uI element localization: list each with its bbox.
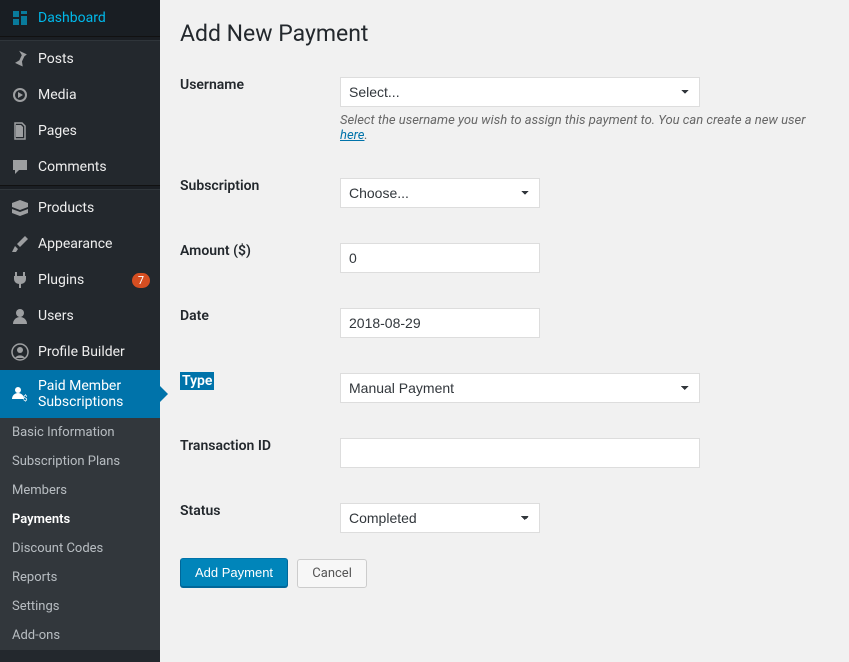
status-select[interactable]: Completed (340, 503, 540, 533)
field-row-transaction-id: Transaction ID (180, 428, 829, 478)
field-row-subscription: Subscription Choose... (180, 168, 829, 218)
field-row-status: Status Completed (180, 493, 829, 543)
sidebar-item-profile-builder[interactable]: Profile Builder (0, 334, 160, 370)
pms-icon: $ (10, 384, 30, 404)
sidebar-item-label: Users (38, 308, 150, 324)
submenu-item-basic-information[interactable]: Basic Information (0, 418, 160, 447)
transaction-id-label: Transaction ID (180, 433, 271, 454)
date-input[interactable] (340, 308, 540, 338)
sidebar-item-label: Media (38, 87, 150, 103)
sidebar-item-label: Pages (38, 123, 150, 139)
subscription-label: Subscription (180, 173, 259, 194)
add-payment-button[interactable]: Add Payment (180, 558, 288, 587)
sidebar-item-paid-member-subscriptions[interactable]: $ Paid Member Subscriptions (0, 370, 160, 418)
brush-icon (10, 234, 30, 254)
field-row-type: Type Manual Payment (180, 363, 829, 413)
submenu-item-members[interactable]: Members (0, 476, 160, 505)
sidebar-item-plugins[interactable]: Plugins 7 (0, 262, 160, 298)
sidebar-item-label: Products (38, 200, 150, 216)
date-label: Date (180, 303, 209, 324)
username-label: Username (180, 72, 244, 93)
sidebar-item-media[interactable]: Media (0, 77, 160, 113)
form-actions: Add Payment Cancel (180, 558, 829, 588)
sidebar-item-pages[interactable]: Pages (0, 113, 160, 149)
sidebar-submenu: Basic Information Subscription Plans Mem… (0, 418, 160, 650)
update-badge: 7 (132, 273, 150, 288)
subscription-select[interactable]: Choose... (340, 178, 540, 208)
transaction-id-input[interactable] (340, 438, 700, 468)
pin-icon (10, 49, 30, 69)
sidebar-item-comments[interactable]: Comments (0, 149, 160, 185)
field-row-date: Date (180, 298, 829, 348)
sidebar-item-label: Comments (38, 159, 150, 175)
type-select[interactable]: Manual Payment (340, 373, 700, 403)
sidebar-item-label: Posts (38, 51, 150, 67)
media-icon (10, 85, 30, 105)
submenu-item-reports[interactable]: Reports (0, 563, 160, 592)
sidebar-item-products[interactable]: Products (0, 190, 160, 226)
plugin-icon (10, 270, 30, 290)
submenu-item-subscription-plans[interactable]: Subscription Plans (0, 447, 160, 476)
field-row-amount: Amount ($) (180, 233, 829, 283)
sidebar-item-label: Paid Member Subscriptions (38, 378, 150, 410)
sidebar-item-label: Appearance (38, 236, 150, 252)
field-row-username: Username Select... Select the username y… (180, 67, 829, 153)
dashboard-icon (10, 8, 30, 28)
status-label: Status (180, 498, 220, 519)
page-icon (10, 121, 30, 141)
amount-input[interactable] (340, 243, 540, 273)
sidebar-item-label: Dashboard (38, 10, 150, 26)
admin-sidebar: Dashboard Posts Media Pages Comments Pro… (0, 0, 160, 662)
amount-label: Amount ($) (180, 238, 251, 259)
main-content: Add New Payment Username Select... Selec… (160, 0, 849, 662)
sidebar-item-posts[interactable]: Posts (0, 41, 160, 77)
username-select[interactable]: Select... (340, 77, 700, 107)
username-help: Select the username you wish to assign t… (340, 113, 829, 143)
product-icon (10, 198, 30, 218)
submenu-item-addons[interactable]: Add-ons (0, 621, 160, 650)
create-user-link[interactable]: here (340, 128, 364, 143)
user-icon (10, 306, 30, 326)
profile-icon (10, 342, 30, 362)
page-title: Add New Payment (180, 20, 829, 47)
sidebar-item-appearance[interactable]: Appearance (0, 226, 160, 262)
comment-icon (10, 157, 30, 177)
sidebar-item-label: Profile Builder (38, 344, 150, 360)
sidebar-item-users[interactable]: Users (0, 298, 160, 334)
sidebar-item-label: Plugins (38, 272, 128, 288)
submenu-item-settings[interactable]: Settings (0, 592, 160, 621)
svg-text:$: $ (23, 394, 28, 403)
submenu-item-discount-codes[interactable]: Discount Codes (0, 534, 160, 563)
sidebar-item-dashboard[interactable]: Dashboard (0, 0, 160, 36)
submenu-item-payments[interactable]: Payments (0, 505, 160, 534)
cancel-button[interactable]: Cancel (297, 559, 367, 588)
type-label: Type (180, 372, 214, 390)
